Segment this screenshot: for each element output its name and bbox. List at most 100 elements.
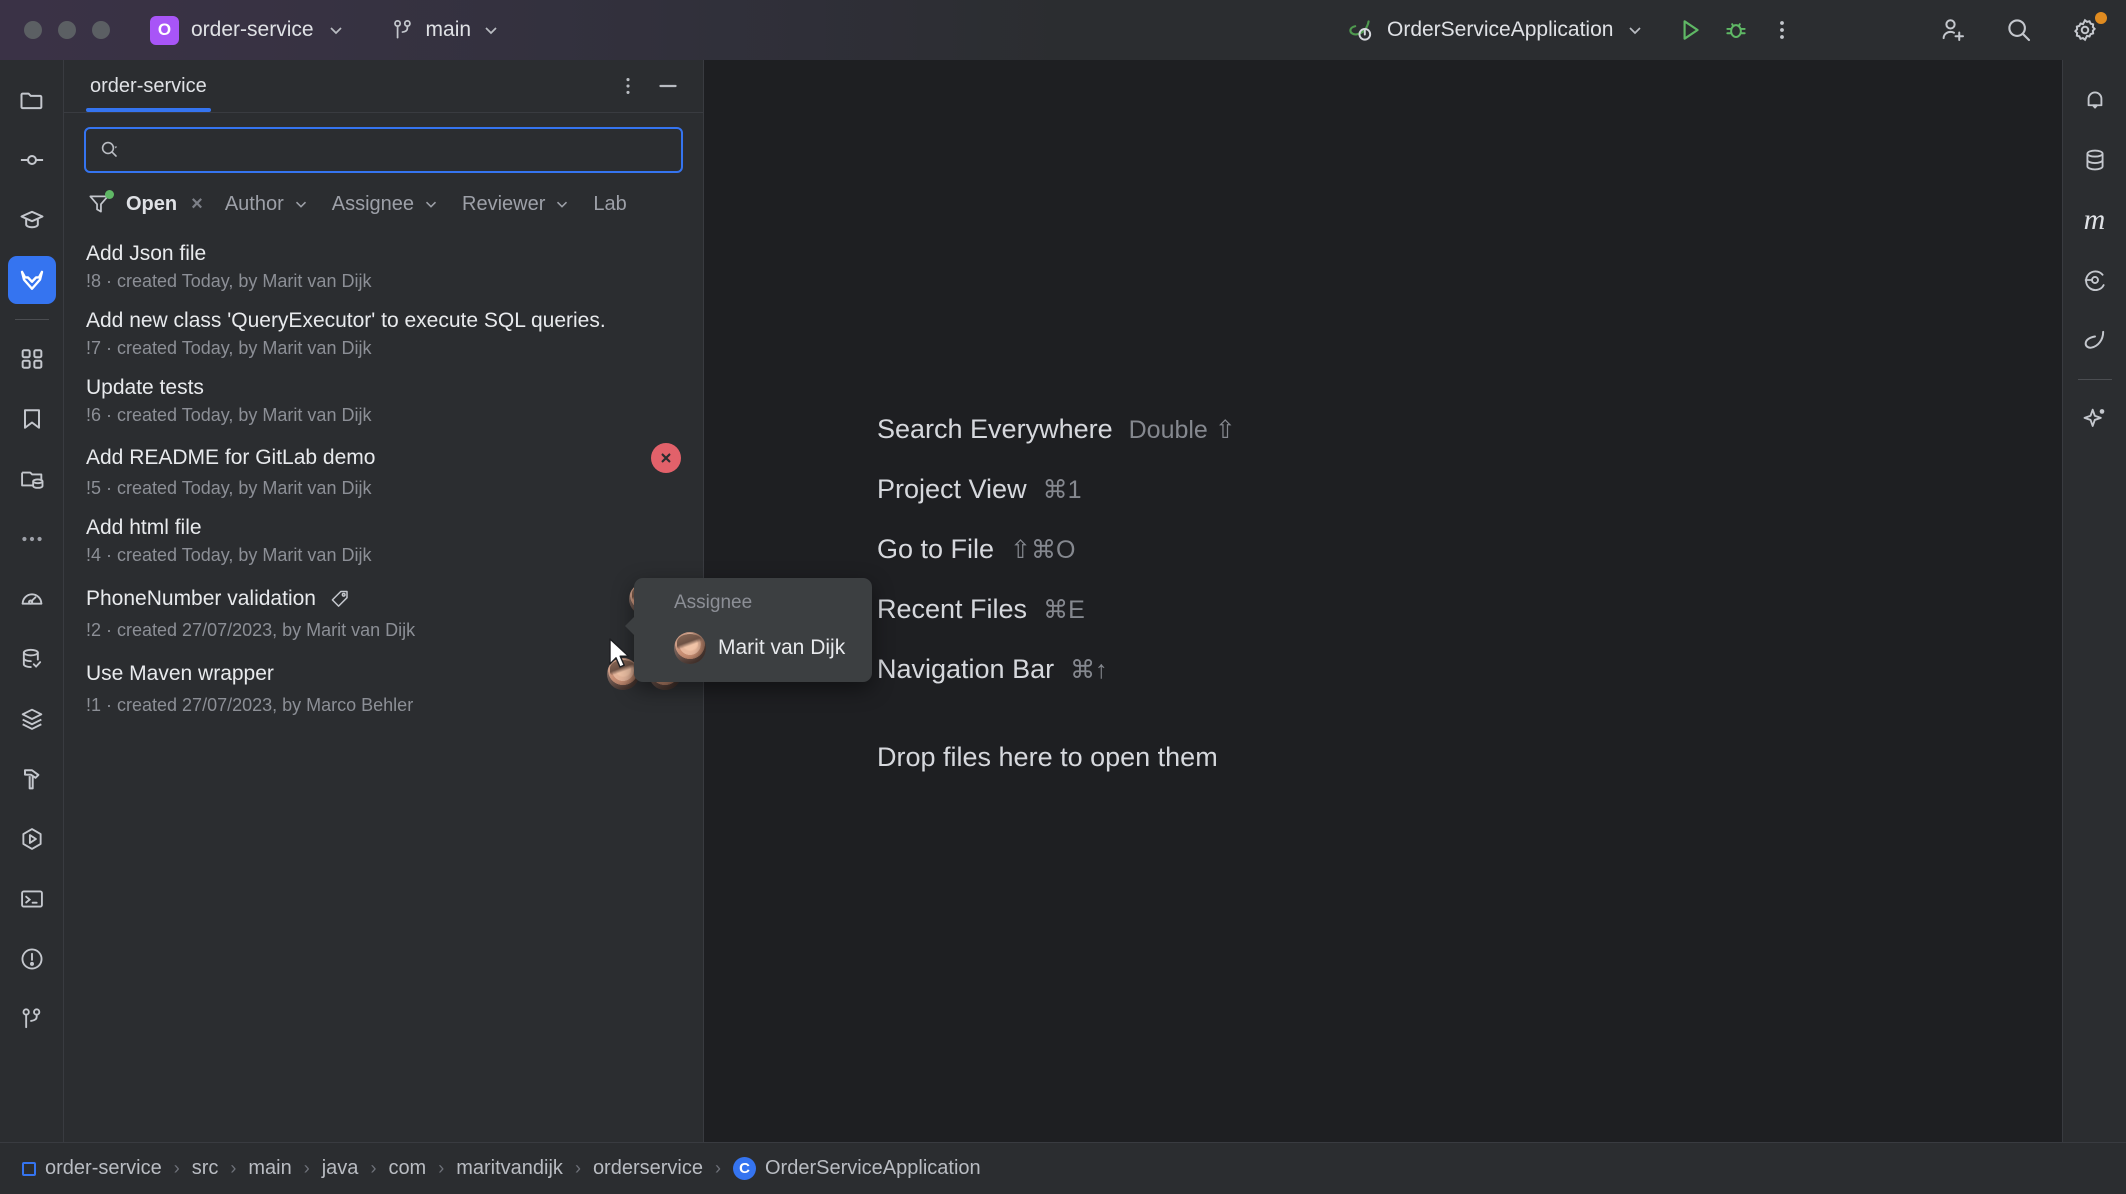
merge-request-subtitle: !8 · created Today, by Marit van Dijk bbox=[86, 271, 681, 292]
list-item[interactable]: Add new class 'QueryExecutor' to execute… bbox=[64, 302, 703, 369]
tool-window-header: order-service bbox=[64, 60, 703, 112]
list-item[interactable]: Add html file !4 · created Today, by Mar… bbox=[64, 509, 703, 576]
sidebar-item-bookmarks[interactable] bbox=[8, 395, 56, 443]
project-name-label: order-service bbox=[191, 18, 314, 42]
shortcut-name[interactable]: Navigation Bar bbox=[877, 654, 1054, 685]
sidebar-item-profiler[interactable] bbox=[8, 575, 56, 623]
sidebar-item-gitlab[interactable] bbox=[8, 256, 56, 304]
sidebar-item-ai-assistant[interactable] bbox=[2071, 395, 2119, 443]
breadcrumb-separator: › bbox=[296, 1158, 318, 1179]
run-toolbar: OrderServiceApplication bbox=[1337, 0, 1805, 60]
title-bar: O order-service main bbox=[0, 0, 2126, 60]
breadcrumb-label: OrderServiceApplication bbox=[765, 1157, 981, 1180]
sidebar-item-spring[interactable] bbox=[2071, 316, 2119, 364]
sidebar-item-git[interactable] bbox=[8, 995, 56, 1043]
sidebar-item-database[interactable] bbox=[2071, 136, 2119, 184]
shortcut-key: ⌘1 bbox=[1043, 475, 1082, 505]
title-bar-right-actions bbox=[1930, 0, 2108, 60]
breadcrumb-separator: › bbox=[362, 1158, 384, 1179]
maximize-window-button[interactable] bbox=[92, 21, 110, 39]
breadcrumb-item-orderservice[interactable]: orderservice bbox=[589, 1157, 707, 1180]
merge-request-subtitle: !7 · created Today, by Marit van Dijk bbox=[86, 338, 681, 359]
window-controls[interactable] bbox=[0, 21, 110, 39]
java-class-icon: C bbox=[733, 1157, 756, 1180]
search-container bbox=[64, 113, 703, 183]
close-window-button[interactable] bbox=[24, 21, 42, 39]
tab-order-service[interactable]: order-service bbox=[90, 60, 207, 112]
breadcrumb-separator: › bbox=[707, 1158, 729, 1179]
breadcrumb-item-src[interactable]: src bbox=[188, 1157, 223, 1180]
filter-assignee[interactable]: Assignee bbox=[332, 193, 440, 216]
search-dropdown-icon[interactable] bbox=[98, 138, 122, 162]
shortcut-name[interactable]: Go to File bbox=[877, 534, 994, 565]
ide-window: O order-service main bbox=[0, 0, 2126, 1194]
filter-bar: Open × Author Assignee Reviewer Lab bbox=[64, 183, 703, 227]
stripe-divider bbox=[2078, 379, 2112, 380]
sidebar-item-run[interactable] bbox=[8, 815, 56, 863]
breadcrumb-separator: › bbox=[166, 1158, 188, 1179]
tool-window-actions bbox=[617, 73, 681, 99]
search-field[interactable] bbox=[84, 127, 683, 173]
sidebar-item-build[interactable] bbox=[8, 755, 56, 803]
shortcut-row: Go to File ⇧⌘O bbox=[877, 534, 1236, 594]
breadcrumb-item-main[interactable]: main bbox=[244, 1157, 295, 1180]
breadcrumb-item-class[interactable]: C OrderServiceApplication bbox=[729, 1157, 985, 1180]
branch-name-label: main bbox=[426, 18, 472, 42]
avatar bbox=[674, 632, 706, 664]
settings-button[interactable] bbox=[2062, 7, 2108, 53]
breadcrumb-item-project[interactable]: order-service bbox=[18, 1157, 166, 1180]
filter-label[interactable]: Lab bbox=[593, 193, 626, 216]
tooltip-assignee-row: Marit van Dijk bbox=[652, 632, 854, 664]
sidebar-item-project[interactable] bbox=[8, 76, 56, 124]
list-item[interactable]: Update tests !6 · created Today, by Mari… bbox=[64, 369, 703, 436]
merge-request-title: PhoneNumber validation bbox=[86, 587, 316, 611]
sidebar-item-database-folder[interactable] bbox=[8, 455, 56, 503]
project-selector[interactable]: O order-service bbox=[144, 11, 356, 50]
sidebar-item-notifications[interactable] bbox=[2071, 76, 2119, 124]
shortcut-name[interactable]: Recent Files bbox=[877, 594, 1027, 625]
run-button[interactable] bbox=[1667, 7, 1713, 53]
shortcut-name[interactable]: Project View bbox=[877, 474, 1027, 505]
gitlab-tool-window: order-service bbox=[64, 60, 704, 1142]
debug-button[interactable] bbox=[1713, 7, 1759, 53]
filter-funnel-icon[interactable] bbox=[86, 191, 112, 217]
sidebar-item-maven[interactable]: m bbox=[2071, 196, 2119, 244]
minimize-icon[interactable] bbox=[655, 73, 681, 99]
list-item[interactable]: Add README for GitLab demo !5 · created … bbox=[64, 436, 703, 509]
add-user-button[interactable] bbox=[1930, 7, 1976, 53]
more-vertical-icon[interactable] bbox=[617, 75, 639, 97]
run-configuration-selector[interactable]: OrderServiceApplication bbox=[1337, 10, 1653, 50]
merge-request-title: Update tests bbox=[86, 376, 204, 400]
filter-author[interactable]: Author bbox=[225, 193, 310, 216]
sidebar-item-learn[interactable] bbox=[8, 196, 56, 244]
shortcut-name[interactable]: Search Everywhere bbox=[877, 414, 1113, 445]
sidebar-item-terminal[interactable] bbox=[8, 875, 56, 923]
filter-open-label: Open bbox=[126, 193, 177, 216]
merge-request-list: Add Json file !8 · created Today, by Mar… bbox=[64, 227, 703, 1142]
status-badge[interactable] bbox=[651, 443, 681, 473]
sidebar-item-more[interactable] bbox=[8, 515, 56, 563]
merge-request-subtitle: !2 · created 27/07/2023, by Marit van Di… bbox=[86, 620, 681, 641]
sidebar-item-database-check[interactable] bbox=[8, 635, 56, 683]
minimize-window-button[interactable] bbox=[58, 21, 76, 39]
breadcrumb-item-com[interactable]: com bbox=[384, 1157, 430, 1180]
search-button[interactable] bbox=[1996, 7, 2042, 53]
sidebar-item-structure[interactable] bbox=[8, 335, 56, 383]
more-actions-button[interactable] bbox=[1759, 7, 1805, 53]
chevron-down-icon bbox=[481, 20, 501, 40]
branch-selector[interactable]: main bbox=[382, 12, 510, 48]
close-icon[interactable]: × bbox=[191, 193, 203, 216]
breadcrumb-item-maritvandijk[interactable]: maritvandijk bbox=[452, 1157, 567, 1180]
sidebar-item-problems[interactable] bbox=[8, 935, 56, 983]
sidebar-item-endpoints[interactable] bbox=[2071, 256, 2119, 304]
sidebar-item-commit[interactable] bbox=[8, 136, 56, 184]
filter-active-dot bbox=[105, 190, 114, 199]
filter-open[interactable]: Open × bbox=[126, 193, 203, 216]
search-input[interactable] bbox=[130, 139, 669, 161]
breadcrumb-item-java[interactable]: java bbox=[318, 1157, 363, 1180]
stripe-divider bbox=[15, 319, 49, 320]
filter-reviewer[interactable]: Reviewer bbox=[462, 193, 571, 216]
sidebar-item-services[interactable] bbox=[8, 695, 56, 743]
maven-m-icon: m bbox=[2084, 203, 2106, 237]
list-item[interactable]: Add Json file !8 · created Today, by Mar… bbox=[64, 235, 703, 302]
